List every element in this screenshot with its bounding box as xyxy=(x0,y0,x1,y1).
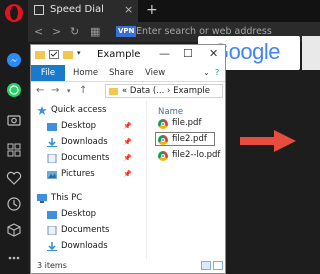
camera-icon[interactable] xyxy=(6,112,22,128)
whatsapp-icon[interactable] xyxy=(6,82,22,98)
file-explorer-window: ▾ Example — ☐ ✕ File Home Share View ⌄ ?… xyxy=(30,44,226,274)
nav-label: Documents xyxy=(61,225,110,235)
cube-extensions-icon[interactable] xyxy=(6,222,22,238)
nav-label: Pictures xyxy=(61,169,95,179)
forward-icon[interactable]: → xyxy=(51,85,59,96)
file-name: file2--lo.pdf xyxy=(172,150,221,160)
ribbon-tab-share[interactable]: Share xyxy=(109,68,134,78)
status-bar: 3 items xyxy=(31,259,225,273)
nav-label: Documents xyxy=(61,153,110,163)
maximize-button[interactable]: ☐ xyxy=(183,47,193,60)
pin-icon[interactable]: 📌 xyxy=(123,170,132,178)
nav-label: Downloads xyxy=(61,137,108,147)
speed-dial-tab-icon xyxy=(34,5,44,15)
download-icon xyxy=(47,138,57,147)
recent-dropdown-icon[interactable]: ▾ xyxy=(67,87,71,95)
navigation-pane: Quick access Desktop 📌 Downloads 📌 Docum… xyxy=(31,101,143,259)
pane-divider[interactable] xyxy=(146,101,147,259)
nav-label: This PC xyxy=(51,193,83,203)
documents-icon xyxy=(47,226,57,235)
forward-arrow-icon[interactable]: > xyxy=(52,25,61,38)
back-icon[interactable]: ← xyxy=(36,85,44,96)
opera-logo-icon[interactable] xyxy=(5,4,23,22)
vpn-badge[interactable]: VPN xyxy=(116,26,137,37)
red-arrow-icon xyxy=(240,130,296,152)
new-tab-button[interactable]: + xyxy=(146,2,158,18)
up-arrow-icon[interactable]: ↑ xyxy=(79,85,87,96)
computer-icon xyxy=(37,194,47,203)
ribbon-expand-chevron-icon[interactable]: ⌄ xyxy=(203,68,210,77)
history-clock-icon[interactable] xyxy=(6,196,22,212)
tab-speed-dial[interactable]: Speed Dial × xyxy=(28,0,138,22)
nav-label: Quick access xyxy=(51,105,107,115)
window-title: Example xyxy=(97,49,141,60)
file-name: file2.pdf xyxy=(172,134,207,144)
google-search-button[interactable] xyxy=(302,36,320,70)
home-grid-icon[interactable]: ▦ xyxy=(90,25,100,38)
ribbon-tab-file[interactable]: File xyxy=(31,65,65,81)
large-icons-view-icon[interactable] xyxy=(213,261,223,270)
path-text: « Data (... › Example xyxy=(122,86,211,96)
reload-icon[interactable]: ↻ xyxy=(70,25,79,38)
navigation-row: ← → ▾ ↑ « Data (... › Example xyxy=(31,82,225,100)
item-count: 3 items xyxy=(37,261,67,270)
desktop-icon xyxy=(47,211,57,219)
column-header-name[interactable]: Name xyxy=(158,107,183,117)
help-icon[interactable]: ? xyxy=(215,68,219,77)
close-button[interactable]: ✕ xyxy=(209,47,218,60)
chrome-pdf-icon xyxy=(158,151,168,161)
tab-title: Speed Dial xyxy=(50,4,104,15)
download-icon xyxy=(47,242,57,251)
documents-icon xyxy=(47,154,57,163)
path-breadcrumb[interactable]: « Data (... › Example xyxy=(105,84,223,98)
pin-icon[interactable]: 📌 xyxy=(123,122,132,130)
star-icon xyxy=(37,106,47,115)
opera-sidebar xyxy=(0,0,28,274)
speed-dial-grid-icon[interactable] xyxy=(6,142,22,158)
pictures-icon xyxy=(47,171,57,179)
pin-icon[interactable]: 📌 xyxy=(123,154,132,162)
details-view-icon[interactable] xyxy=(201,261,211,270)
tab-bar: Speed Dial × + xyxy=(28,0,320,22)
new-folder-icon[interactable] xyxy=(63,50,73,59)
desktop-icon xyxy=(47,123,57,131)
nav-label: Desktop xyxy=(61,121,97,131)
ribbon-tabs: File Home Share View ⌄ ? xyxy=(31,65,225,82)
folder-icon xyxy=(35,51,45,59)
properties-check-icon[interactable] xyxy=(49,50,59,59)
nav-label: Desktop xyxy=(61,209,97,219)
tab-close-button[interactable]: × xyxy=(124,3,133,16)
heart-icon[interactable] xyxy=(6,170,22,186)
ribbon-tab-home[interactable]: Home xyxy=(73,68,98,78)
back-arrow-icon[interactable]: < xyxy=(34,25,43,38)
minimize-button[interactable]: — xyxy=(159,47,170,60)
chrome-pdf-icon xyxy=(158,119,168,129)
folder-icon xyxy=(109,88,118,95)
ribbon-tab-view[interactable]: View xyxy=(145,68,165,78)
pin-icon[interactable]: 📌 xyxy=(123,138,132,146)
more-dots-icon[interactable] xyxy=(6,250,22,266)
chrome-pdf-icon xyxy=(158,135,168,145)
quick-access-dropdown-icon[interactable]: ▾ xyxy=(77,49,81,57)
file-name: file.pdf xyxy=(172,118,202,128)
messenger-icon[interactable] xyxy=(6,52,22,68)
nav-label: Downloads xyxy=(61,241,108,251)
explorer-titlebar: ▾ Example — ☐ ✕ xyxy=(31,45,225,65)
